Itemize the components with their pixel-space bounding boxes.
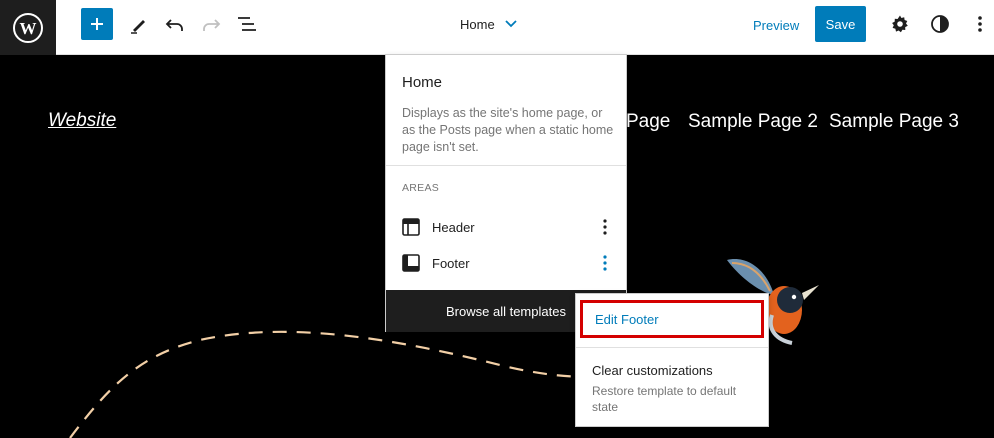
pencil-icon [131,20,145,34]
template-details-popover: Home Displays as the site's home page, o… [385,54,627,332]
undo-button[interactable] [161,10,189,38]
clear-customizations-description: Restore template to default state [592,384,737,414]
area-label: Header [432,219,475,235]
vertical-ellipsis-icon [978,16,982,32]
chevron-down-icon [505,20,517,28]
options-button[interactable] [966,10,994,38]
preview-button[interactable]: Preview [745,8,807,42]
template-title: Home [402,74,443,91]
svg-text:W: W [20,19,37,38]
divider [576,347,768,348]
area-label: Footer [432,255,470,271]
redo-button[interactable] [197,10,225,38]
footer-layout-icon [402,254,420,272]
document-title-button[interactable]: Home [460,12,517,36]
plus-icon [91,18,103,30]
list-view-button[interactable] [233,10,261,38]
area-item-footer[interactable]: Footer [402,249,614,277]
area-options-menu: Edit Footer Clear customizations Restore… [575,293,769,427]
vertical-ellipsis-icon [603,219,607,235]
settings-button[interactable] [886,10,914,38]
save-button[interactable]: Save [815,6,866,42]
half-circle-icon [931,15,949,33]
clear-customizations-menu-item[interactable]: Clear customizations [592,363,713,378]
template-description: Displays as the site's home page, or as … [402,106,614,154]
edit-footer-menu-item[interactable]: Edit Footer [580,300,764,338]
wordpress-logo-icon[interactable]: W [0,0,56,55]
area-options-button[interactable] [596,216,614,238]
document-title: Home [460,16,495,32]
areas-heading: AREAS [402,182,440,194]
header-layout-icon [402,218,420,236]
styles-button[interactable] [926,10,954,38]
tools-button[interactable] [125,10,153,38]
undo-icon [165,19,183,31]
gear-icon [892,15,908,33]
editor-toolbar: W Home Preview Save [0,0,994,55]
divider [386,165,626,166]
vertical-ellipsis-icon [603,255,607,271]
add-block-button[interactable] [81,8,113,40]
area-item-header[interactable]: Header [402,213,614,241]
redo-icon [203,19,221,31]
area-options-button[interactable] [596,252,614,274]
list-view-icon [238,17,256,31]
